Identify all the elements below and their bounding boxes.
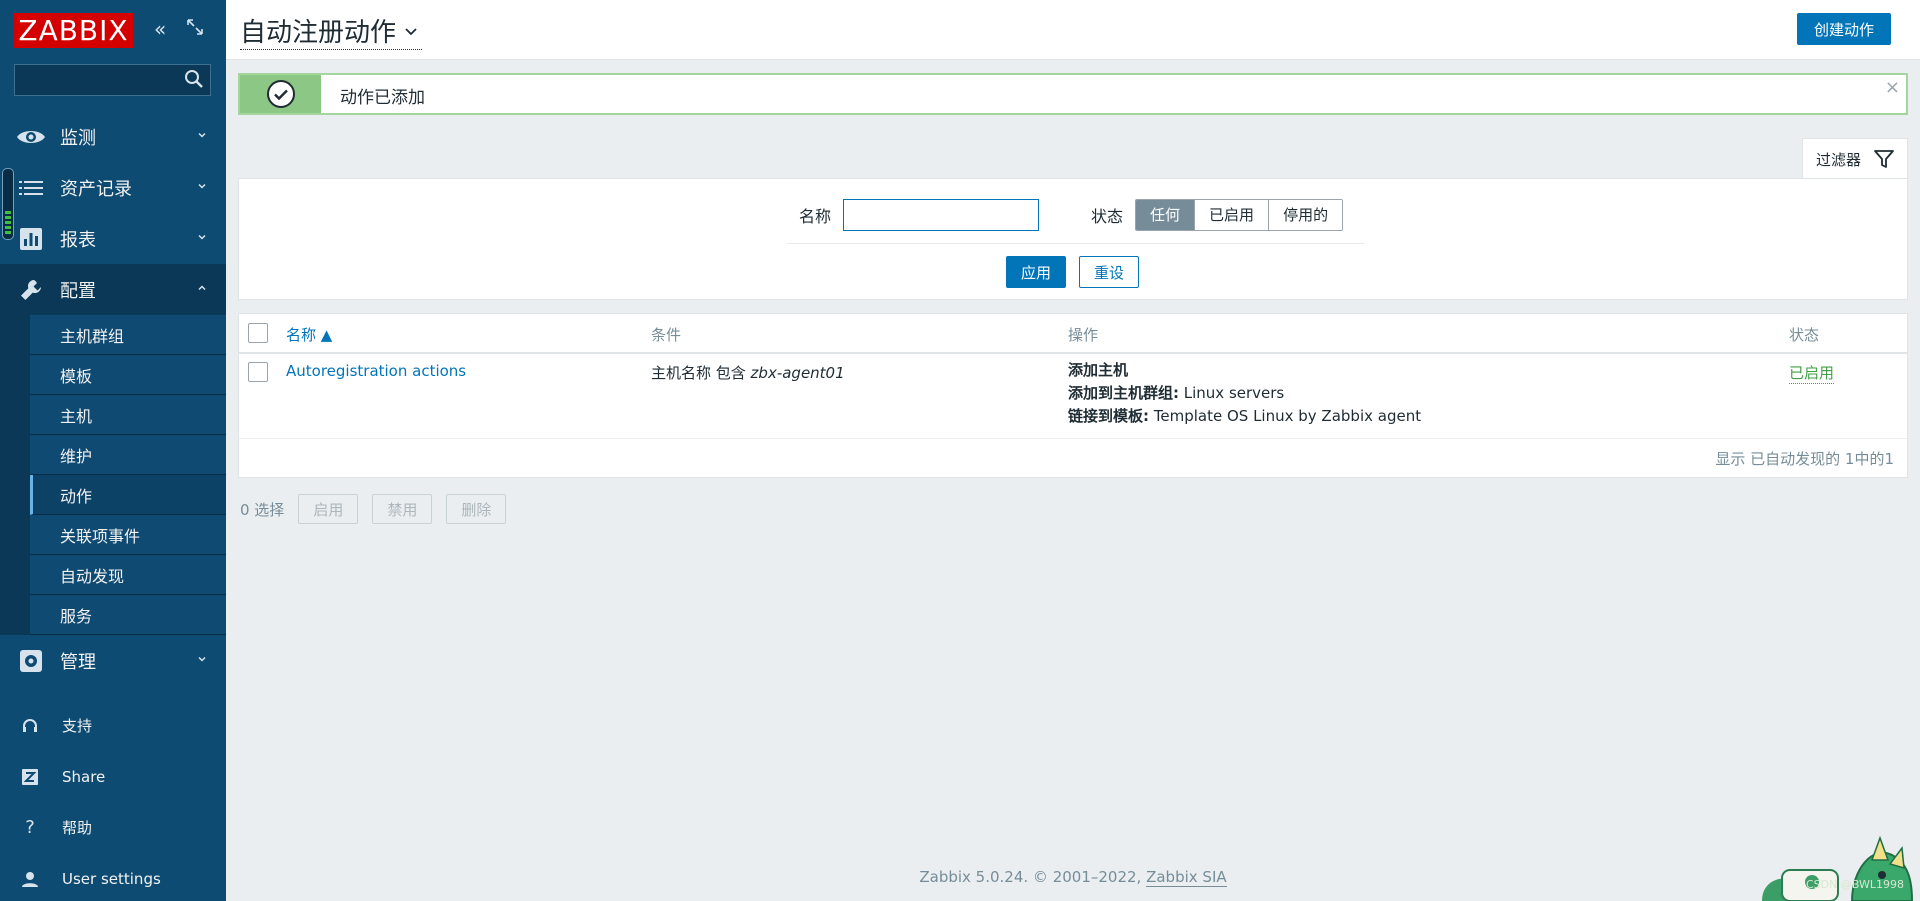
filter-name-input[interactable] — [843, 199, 1040, 231]
enable-button[interactable]: 启用 — [298, 494, 359, 524]
sidebar-controls: « — [154, 18, 206, 40]
table-pagination-info: 显示 已自动发现的 1中的1 — [1715, 450, 1894, 468]
nav-inventory[interactable]: 资产记录 — [0, 162, 226, 213]
filter-row: 名称 状态 任何 已启用 停用的 — [799, 199, 1344, 231]
page-header: 自动注册动作 创建动作 — [226, 0, 1920, 60]
funnel-icon — [1874, 150, 1894, 168]
wrench-icon — [16, 278, 46, 302]
mass-action-bar: 0 选择 启用 禁用 删除 — [240, 494, 520, 524]
eye-icon — [16, 127, 46, 147]
chevron-down-icon — [198, 132, 206, 138]
nav-help[interactable]: ? 帮助 — [0, 802, 226, 853]
table-row: Autoregistration actions 主机名称 包含 zbx-age… — [239, 354, 1907, 439]
sidebar-item-maintenance[interactable]: 维护 — [30, 435, 226, 475]
status-enabled-link[interactable]: 已启用 — [1789, 362, 1835, 384]
nav-user-settings[interactable]: User settings — [0, 853, 226, 901]
nav-label: 配置 — [60, 280, 96, 302]
nav-reports[interactable]: 报表 — [0, 213, 226, 264]
filter-tab-label: 过滤器 — [1816, 150, 1862, 169]
nav-administration[interactable]: 管理 — [0, 635, 226, 686]
nav-support[interactable]: 支持 — [0, 700, 226, 751]
sidebar-item-hosts[interactable]: 主机 — [30, 395, 226, 435]
sidebar-search-input[interactable] — [14, 64, 211, 96]
nav-label: 监测 — [60, 127, 96, 149]
headset-icon — [20, 718, 40, 734]
gear-icon — [16, 649, 46, 673]
sidebar-item-host-groups[interactable]: 主机群组 — [30, 315, 226, 355]
create-action-button[interactable]: 创建动作 — [1796, 13, 1891, 45]
filter-buttons: 应用 重设 — [1006, 256, 1140, 288]
delete-button[interactable]: 删除 — [446, 494, 507, 524]
nav-label: User settings — [62, 869, 161, 888]
nav-label: Share — [62, 767, 106, 786]
search-icon[interactable] — [184, 69, 204, 89]
watermark: CSDN @BWL1998 — [1805, 878, 1904, 891]
reset-button[interactable]: 重设 — [1079, 256, 1140, 288]
status-option-disabled[interactable]: 停用的 — [1268, 200, 1343, 230]
nav-label: 资产记录 — [60, 178, 132, 200]
apply-button[interactable]: 应用 — [1006, 256, 1067, 288]
check-circle-icon — [240, 75, 321, 113]
message-text: 动作已添加 — [340, 88, 425, 108]
chevron-up-icon — [198, 285, 206, 291]
column-header-status: 状态 — [1789, 326, 1820, 344]
list-icon — [16, 179, 46, 197]
nav-monitoring[interactable]: 监测 — [0, 111, 226, 162]
main-nav: 监测 资产记录 报表 配置 主机群组 模板 主机 维护 动作 关联项事件 自动发… — [0, 111, 226, 686]
chevron-down-icon — [198, 183, 206, 189]
chevron-down-icon — [405, 27, 417, 35]
nav-label: 支持 — [62, 717, 93, 735]
sidebar-item-services[interactable]: 服务 — [30, 595, 226, 635]
logo-row: ZABBIX « — [0, 0, 226, 60]
select-all-checkbox[interactable] — [248, 323, 268, 343]
nav-label: 帮助 — [62, 819, 93, 837]
filter-tab[interactable]: 过滤器 — [1802, 138, 1908, 179]
page-title-dropdown[interactable]: 自动注册动作 — [240, 12, 423, 50]
close-icon[interactable]: × — [1885, 77, 1900, 98]
condition-cell: 主机名称 包含 zbx-agent01 — [651, 364, 845, 382]
sidebar-item-templates[interactable]: 模板 — [30, 355, 226, 395]
sidebar-item-discovery[interactable]: 自动发现 — [30, 555, 226, 595]
operations-cell: 添加主机 添加到主机群组: Linux servers 链接到模板: Templ… — [1068, 361, 1422, 425]
column-header-conditions: 条件 — [651, 326, 682, 344]
zabbix-logo[interactable]: ZABBIX — [14, 13, 133, 48]
sidebar-item-actions[interactable]: 动作 — [30, 475, 226, 515]
page-footer: Zabbix 5.0.24. © 2001–2022, Zabbix SIA — [226, 868, 1920, 887]
column-header-operations: 操作 — [1068, 326, 1099, 344]
collapse-sidebar-icon[interactable]: « — [154, 18, 174, 40]
footer-link[interactable]: Zabbix SIA — [1146, 868, 1227, 887]
filter-status-label: 状态 — [1091, 207, 1124, 226]
success-message: 动作已添加 × — [238, 73, 1908, 115]
sidebar-item-event-correlation[interactable]: 关联项事件 — [30, 515, 226, 555]
nav-configuration[interactable]: 配置 — [0, 264, 226, 315]
status-option-any[interactable]: 任何 — [1136, 200, 1195, 230]
bar-chart-icon — [16, 227, 46, 251]
chevron-down-icon — [198, 656, 206, 662]
nav-share[interactable]: Share — [0, 751, 226, 802]
row-checkbox[interactable] — [248, 362, 268, 382]
selected-count: 0 选择 — [240, 500, 285, 519]
nav-label: 报表 — [60, 229, 96, 251]
filter-panel: 名称 状态 任何 已启用 停用的 应用 重设 — [238, 178, 1908, 300]
disable-button[interactable]: 禁用 — [372, 494, 433, 524]
actions-table: 名称 ▲ 条件 操作 状态 Autoregistration actions 主… — [238, 313, 1908, 478]
footer-text: Zabbix 5.0.24. © 2001–2022, — [919, 868, 1147, 886]
sidebar: ZABBIX « 监测 资产记录 报表 配置 主机群组 模板 主机 维护 动作 … — [0, 0, 226, 901]
column-header-name[interactable]: 名称 ▲ — [286, 324, 332, 345]
filter-divider — [787, 243, 1364, 244]
share-z-icon — [20, 768, 40, 785]
nav-label: 管理 — [60, 651, 96, 673]
status-segmented-control: 任何 已启用 停用的 — [1135, 199, 1344, 231]
table-header: 名称 ▲ 条件 操作 状态 — [239, 314, 1907, 354]
lower-nav: 支持 Share ? 帮助 User settings — [0, 700, 226, 901]
question-icon: ? — [25, 817, 35, 838]
configuration-submenu: 主机群组 模板 主机 维护 动作 关联项事件 自动发现 服务 — [0, 315, 226, 635]
status-option-enabled[interactable]: 已启用 — [1194, 200, 1269, 230]
page-title: 自动注册动作 — [240, 18, 397, 48]
user-icon — [20, 871, 40, 887]
action-name-link[interactable]: Autoregistration actions — [286, 362, 466, 380]
filter-name-label: 名称 — [799, 207, 832, 226]
chevron-down-icon — [198, 234, 206, 240]
hide-sidebar-icon[interactable] — [186, 18, 206, 40]
